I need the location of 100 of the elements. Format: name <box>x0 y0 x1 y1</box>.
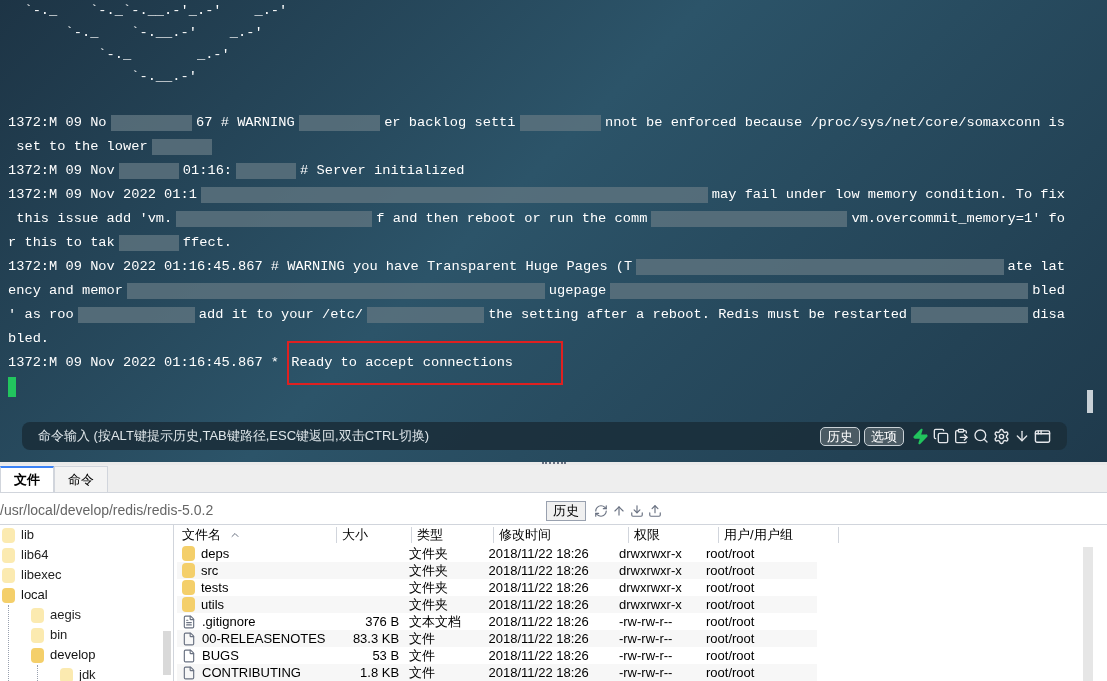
arrow-down-icon[interactable] <box>1014 428 1030 444</box>
file-name: BUGS <box>202 646 239 665</box>
file-row[interactable]: utils 文件夹 2018/11/22 18:26 drwxrwxr-x root/root <box>177 596 817 613</box>
tab[interactable]: 文件 <box>0 466 54 492</box>
history-button[interactable]: 历史 <box>546 500 586 521</box>
scrollbar-track[interactable] <box>1083 547 1093 681</box>
tree-item[interactable]: develop <box>50 645 96 665</box>
command-input-field[interactable]: 命令输入 (按ALT键提示历史,TAB键路径,ESC键返回,双击CTRL切换) <box>38 424 816 448</box>
file-name: tests <box>201 578 229 597</box>
log-text: r this to tak <box>8 234 115 252</box>
modified-time: 2018/11/22 18:26 <box>488 596 589 612</box>
file-row[interactable]: BUGS 53 B 文件 2018/11/22 18:26 -rw-rw-r-- root/root <box>177 647 817 664</box>
file-name: src <box>201 561 219 580</box>
owner: root/root <box>706 545 755 561</box>
ascii-art-line: `-._ _.-' <box>97 46 231 64</box>
file-size: 1.8 KB <box>360 664 400 680</box>
log-text: ate lat <box>1007 258 1065 276</box>
log-text: er backlog setti <box>384 114 516 132</box>
column-header[interactable]: 大小 <box>342 525 368 545</box>
folder-icon <box>182 563 195 578</box>
modified-time: 2018/11/22 18:26 <box>488 545 589 561</box>
text-file-icon <box>182 614 196 629</box>
refresh-icon[interactable] <box>594 503 608 518</box>
paste-icon[interactable] <box>953 428 969 444</box>
folder-icon <box>31 627 44 643</box>
search-icon[interactable] <box>973 428 989 444</box>
column-header[interactable]: 修改时间 <box>499 525 551 545</box>
upload-icon[interactable] <box>648 503 662 518</box>
log-text: ugepage <box>548 282 607 300</box>
owner: root/root <box>706 647 755 663</box>
log-text: set to the lower <box>15 138 148 156</box>
tree-item[interactable]: aegis <box>50 605 82 625</box>
folder-icon <box>182 546 195 561</box>
scrollbar-thumb[interactable] <box>163 631 171 675</box>
folder-icon <box>31 647 44 663</box>
log-text: 1372:M 09 Nov 2022 01:1 <box>8 186 197 204</box>
column-header[interactable]: 类型 <box>417 525 443 545</box>
file-icon <box>182 665 196 680</box>
file-row[interactable]: .gitignore 376 B 文本文档 2018/11/22 18:26 -rw-rw-r-- root/root <box>177 613 817 630</box>
ascii-art-line: `-._ `-.__.-' _.-' <box>64 24 264 42</box>
tab[interactable]: 命令 <box>54 466 108 492</box>
owner: root/root <box>706 630 755 646</box>
window-icon[interactable] <box>1034 427 1051 445</box>
log-text: ffect. <box>182 234 233 252</box>
file-type: 文件 <box>409 664 436 680</box>
permissions: -rw-rw-r-- <box>618 664 673 680</box>
file-name: 00-RELEASENOTES <box>202 629 326 648</box>
file-row[interactable]: deps 文件夹 2018/11/22 18:26 drwxrwxr-x root/root <box>177 545 817 562</box>
terminal-cursor <box>8 377 16 397</box>
download-icon[interactable] <box>630 503 644 518</box>
log-text: bled. <box>8 330 50 348</box>
log-text: f and then reboot or run the comm <box>376 210 648 228</box>
log-text: this issue add 'vm. <box>15 210 173 228</box>
file-name: .gitignore <box>202 612 256 631</box>
owner: root/root <box>706 579 755 595</box>
file-row[interactable]: tests 文件夹 2018/11/22 18:26 drwxrwxr-x root/root <box>177 579 817 596</box>
log-text: 1372:M 09 No <box>8 114 107 132</box>
file-name: utils <box>201 595 225 614</box>
file-row[interactable]: 00-RELEASENOTES 83.3 KB 文件 2018/11/22 18:26 -rw-rw-r-- root/root <box>177 630 817 647</box>
command-bar-button[interactable]: 选项 <box>864 426 904 446</box>
tree-item[interactable]: bin <box>50 625 68 645</box>
tree-item[interactable]: lib64 <box>21 545 49 565</box>
folder-icon <box>2 587 15 603</box>
settings-icon[interactable] <box>993 427 1010 445</box>
folder-icon <box>182 580 195 595</box>
tree-item[interactable]: lib <box>21 525 34 545</box>
highlighted-log-text: Ready to accept connections <box>287 341 564 385</box>
log-text: 1372:M 09 Nov <box>8 162 115 180</box>
tree-item[interactable]: libexec <box>21 565 62 585</box>
owner: root/root <box>706 664 755 680</box>
column-header[interactable]: 文件名 <box>182 525 221 545</box>
permissions: drwxrwxr-x <box>618 596 682 612</box>
file-size: 53 B <box>372 647 400 663</box>
command-bar-button[interactable]: 历史 <box>820 426 860 446</box>
log-text: bled <box>1032 282 1065 300</box>
tree-item[interactable]: local <box>21 585 48 605</box>
log-text: may fail under low memory condition. To fix <box>711 186 1065 204</box>
copy-icon[interactable] <box>933 428 949 444</box>
column-header[interactable]: 权限 <box>634 525 660 545</box>
folder-icon <box>31 607 44 623</box>
file-row[interactable]: CONTRIBUTING 1.8 KB 文件 2018/11/22 18:26 -rw-rw-r-- root/root <box>177 664 817 681</box>
folder-icon <box>182 597 195 612</box>
column-header[interactable]: 用户/用户组 <box>724 525 793 545</box>
file-name: CONTRIBUTING <box>202 663 301 681</box>
modified-time: 2018/11/22 18:26 <box>488 664 589 680</box>
permissions: drwxrwxr-x <box>618 562 682 578</box>
scrollbar-thumb[interactable] <box>1087 390 1093 413</box>
log-text: 1372:M 09 Nov 2022 01:16:45.867 * <box>8 354 281 372</box>
modified-time: 2018/11/22 18:26 <box>488 562 589 578</box>
path-field[interactable]: /usr/local/develop/redis/redis-5.0.2 <box>0 500 546 521</box>
file-row[interactable]: src 文件夹 2018/11/22 18:26 drwxrwxr-x root/root <box>177 562 817 579</box>
ascii-art-line: `-.__.-' <box>130 68 198 86</box>
lightning-icon[interactable] <box>912 427 929 445</box>
file-type: 文件夹 <box>409 545 449 561</box>
log-text: add it to your /etc/ <box>198 306 364 324</box>
permissions: -rw-rw-r-- <box>618 613 673 629</box>
file-icon <box>182 648 196 663</box>
log-text: 67 # WARNING <box>196 114 295 132</box>
file-type: 文本文档 <box>409 613 462 629</box>
owner: root/root <box>706 562 755 578</box>
